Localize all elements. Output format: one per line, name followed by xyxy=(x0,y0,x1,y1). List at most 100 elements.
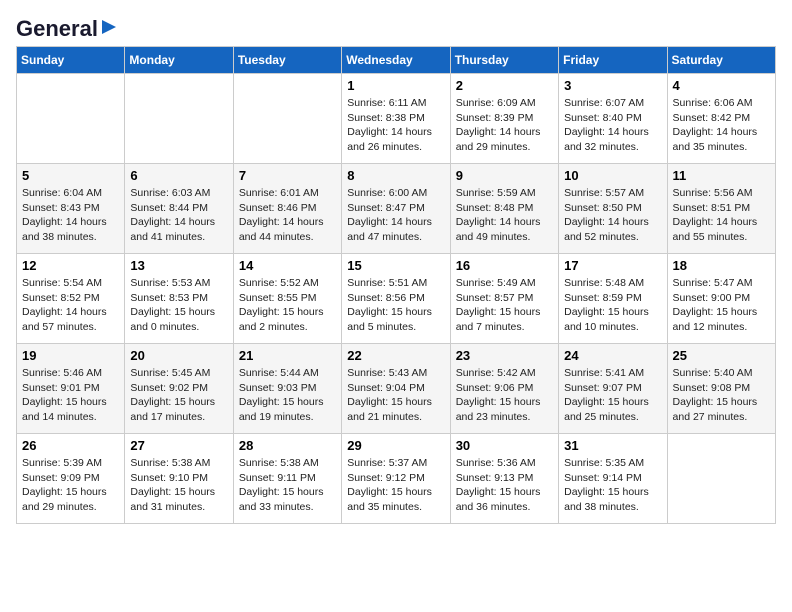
day-info: Sunrise: 5:56 AM Sunset: 8:51 PM Dayligh… xyxy=(673,186,770,245)
day-number: 28 xyxy=(239,438,336,453)
day-number: 18 xyxy=(673,258,770,273)
calendar-header-saturday: Saturday xyxy=(667,47,775,74)
day-info: Sunrise: 5:47 AM Sunset: 9:00 PM Dayligh… xyxy=(673,276,770,335)
day-number: 8 xyxy=(347,168,444,183)
calendar-header-tuesday: Tuesday xyxy=(233,47,341,74)
calendar-body: 1 Sunrise: 6:11 AM Sunset: 8:38 PM Daylig… xyxy=(17,74,776,524)
calendar-cell: 4 Sunrise: 6:06 AM Sunset: 8:42 PM Daylig… xyxy=(667,74,775,164)
day-info: Sunrise: 5:38 AM Sunset: 9:11 PM Dayligh… xyxy=(239,456,336,515)
day-number: 15 xyxy=(347,258,444,273)
calendar-cell xyxy=(17,74,125,164)
day-info: Sunrise: 5:45 AM Sunset: 9:02 PM Dayligh… xyxy=(130,366,227,425)
day-number: 24 xyxy=(564,348,661,363)
day-number: 17 xyxy=(564,258,661,273)
day-number: 20 xyxy=(130,348,227,363)
day-number: 31 xyxy=(564,438,661,453)
calendar-week-row: 5 Sunrise: 6:04 AM Sunset: 8:43 PM Daylig… xyxy=(17,164,776,254)
day-number: 1 xyxy=(347,78,444,93)
calendar-header-sunday: Sunday xyxy=(17,47,125,74)
calendar-cell: 18 Sunrise: 5:47 AM Sunset: 9:00 PM Dayli… xyxy=(667,254,775,344)
calendar-cell: 23 Sunrise: 5:42 AM Sunset: 9:06 PM Dayli… xyxy=(450,344,558,434)
calendar-cell: 14 Sunrise: 5:52 AM Sunset: 8:55 PM Dayli… xyxy=(233,254,341,344)
calendar-week-row: 19 Sunrise: 5:46 AM Sunset: 9:01 PM Dayli… xyxy=(17,344,776,434)
day-number: 23 xyxy=(456,348,553,363)
day-number: 22 xyxy=(347,348,444,363)
day-info: Sunrise: 5:37 AM Sunset: 9:12 PM Dayligh… xyxy=(347,456,444,515)
day-number: 11 xyxy=(673,168,770,183)
day-number: 30 xyxy=(456,438,553,453)
calendar-cell: 21 Sunrise: 5:44 AM Sunset: 9:03 PM Dayli… xyxy=(233,344,341,434)
day-info: Sunrise: 5:49 AM Sunset: 8:57 PM Dayligh… xyxy=(456,276,553,335)
day-info: Sunrise: 5:48 AM Sunset: 8:59 PM Dayligh… xyxy=(564,276,661,335)
logo-arrow-icon xyxy=(100,18,118,36)
calendar-cell: 11 Sunrise: 5:56 AM Sunset: 8:51 PM Dayli… xyxy=(667,164,775,254)
calendar-cell: 12Sunrise: 5:54 AM Sunset: 8:52 PM Dayli… xyxy=(17,254,125,344)
day-info: Sunrise: 5:59 AM Sunset: 8:48 PM Dayligh… xyxy=(456,186,553,245)
day-info: Sunrise: 6:06 AM Sunset: 8:42 PM Dayligh… xyxy=(673,96,770,155)
day-number: 25 xyxy=(673,348,770,363)
calendar-cell: 20 Sunrise: 5:45 AM Sunset: 9:02 PM Dayli… xyxy=(125,344,233,434)
calendar-cell: 19 Sunrise: 5:46 AM Sunset: 9:01 PM Dayli… xyxy=(17,344,125,434)
calendar-header-friday: Friday xyxy=(559,47,667,74)
calendar-cell: 9Sunrise: 5:59 AM Sunset: 8:48 PM Daylig… xyxy=(450,164,558,254)
calendar-cell xyxy=(125,74,233,164)
calendar-cell: 27 Sunrise: 5:38 AM Sunset: 9:10 PM Dayli… xyxy=(125,434,233,524)
day-info: Sunrise: 5:57 AM Sunset: 8:50 PM Dayligh… xyxy=(564,186,661,245)
day-number: 19 xyxy=(22,348,119,363)
day-info: Sunrise: 5:35 AM Sunset: 9:14 PM Dayligh… xyxy=(564,456,661,515)
calendar-cell: 28 Sunrise: 5:38 AM Sunset: 9:11 PM Dayli… xyxy=(233,434,341,524)
day-info: Sunrise: 5:39 AM Sunset: 9:09 PM Dayligh… xyxy=(22,456,119,515)
calendar-cell: 1 Sunrise: 6:11 AM Sunset: 8:38 PM Daylig… xyxy=(342,74,450,164)
day-number: 14 xyxy=(239,258,336,273)
calendar-cell: 25Sunrise: 5:40 AM Sunset: 9:08 PM Dayli… xyxy=(667,344,775,434)
calendar-cell: 7Sunrise: 6:01 AM Sunset: 8:46 PM Daylig… xyxy=(233,164,341,254)
calendar-cell xyxy=(667,434,775,524)
day-info: Sunrise: 5:44 AM Sunset: 9:03 PM Dayligh… xyxy=(239,366,336,425)
day-number: 2 xyxy=(456,78,553,93)
day-info: Sunrise: 5:36 AM Sunset: 9:13 PM Dayligh… xyxy=(456,456,553,515)
page-header: General xyxy=(16,16,776,36)
day-number: 6 xyxy=(130,168,227,183)
day-info: Sunrise: 5:43 AM Sunset: 9:04 PM Dayligh… xyxy=(347,366,444,425)
day-number: 10 xyxy=(564,168,661,183)
day-number: 13 xyxy=(130,258,227,273)
day-info: Sunrise: 5:42 AM Sunset: 9:06 PM Dayligh… xyxy=(456,366,553,425)
calendar-cell: 2 Sunrise: 6:09 AM Sunset: 8:39 PM Daylig… xyxy=(450,74,558,164)
calendar-cell: 26 Sunrise: 5:39 AM Sunset: 9:09 PM Dayli… xyxy=(17,434,125,524)
day-info: Sunrise: 6:00 AM Sunset: 8:47 PM Dayligh… xyxy=(347,186,444,245)
calendar-cell: 29Sunrise: 5:37 AM Sunset: 9:12 PM Dayli… xyxy=(342,434,450,524)
day-info: Sunrise: 5:52 AM Sunset: 8:55 PM Dayligh… xyxy=(239,276,336,335)
calendar-table: SundayMondayTuesdayWednesdayThursdayFrid… xyxy=(16,46,776,524)
calendar-week-row: 12Sunrise: 5:54 AM Sunset: 8:52 PM Dayli… xyxy=(17,254,776,344)
calendar-week-row: 1 Sunrise: 6:11 AM Sunset: 8:38 PM Daylig… xyxy=(17,74,776,164)
day-info: Sunrise: 5:38 AM Sunset: 9:10 PM Dayligh… xyxy=(130,456,227,515)
day-info: Sunrise: 5:51 AM Sunset: 8:56 PM Dayligh… xyxy=(347,276,444,335)
calendar-header-monday: Monday xyxy=(125,47,233,74)
logo-general-text: General xyxy=(16,16,98,42)
logo: General xyxy=(16,16,118,36)
day-number: 4 xyxy=(673,78,770,93)
day-number: 27 xyxy=(130,438,227,453)
day-info: Sunrise: 6:11 AM Sunset: 8:38 PM Dayligh… xyxy=(347,96,444,155)
calendar-cell: 8 Sunrise: 6:00 AM Sunset: 8:47 PM Daylig… xyxy=(342,164,450,254)
calendar-cell: 5 Sunrise: 6:04 AM Sunset: 8:43 PM Daylig… xyxy=(17,164,125,254)
day-info: Sunrise: 6:07 AM Sunset: 8:40 PM Dayligh… xyxy=(564,96,661,155)
day-info: Sunrise: 6:09 AM Sunset: 8:39 PM Dayligh… xyxy=(456,96,553,155)
day-info: Sunrise: 5:54 AM Sunset: 8:52 PM Dayligh… xyxy=(22,276,119,335)
calendar-header-thursday: Thursday xyxy=(450,47,558,74)
calendar-cell: 22 Sunrise: 5:43 AM Sunset: 9:04 PM Dayli… xyxy=(342,344,450,434)
day-info: Sunrise: 5:53 AM Sunset: 8:53 PM Dayligh… xyxy=(130,276,227,335)
day-info: Sunrise: 6:03 AM Sunset: 8:44 PM Dayligh… xyxy=(130,186,227,245)
day-number: 21 xyxy=(239,348,336,363)
calendar-cell: 17 Sunrise: 5:48 AM Sunset: 8:59 PM Dayli… xyxy=(559,254,667,344)
day-info: Sunrise: 5:46 AM Sunset: 9:01 PM Dayligh… xyxy=(22,366,119,425)
calendar-cell: 24Sunrise: 5:41 AM Sunset: 9:07 PM Dayli… xyxy=(559,344,667,434)
calendar-cell: 13 Sunrise: 5:53 AM Sunset: 8:53 PM Dayli… xyxy=(125,254,233,344)
day-number: 5 xyxy=(22,168,119,183)
day-info: Sunrise: 6:04 AM Sunset: 8:43 PM Dayligh… xyxy=(22,186,119,245)
day-number: 16 xyxy=(456,258,553,273)
calendar-cell: 6 Sunrise: 6:03 AM Sunset: 8:44 PM Daylig… xyxy=(125,164,233,254)
day-number: 26 xyxy=(22,438,119,453)
calendar-cell: 15 Sunrise: 5:51 AM Sunset: 8:56 PM Dayli… xyxy=(342,254,450,344)
calendar-cell: 3Sunrise: 6:07 AM Sunset: 8:40 PM Daylig… xyxy=(559,74,667,164)
